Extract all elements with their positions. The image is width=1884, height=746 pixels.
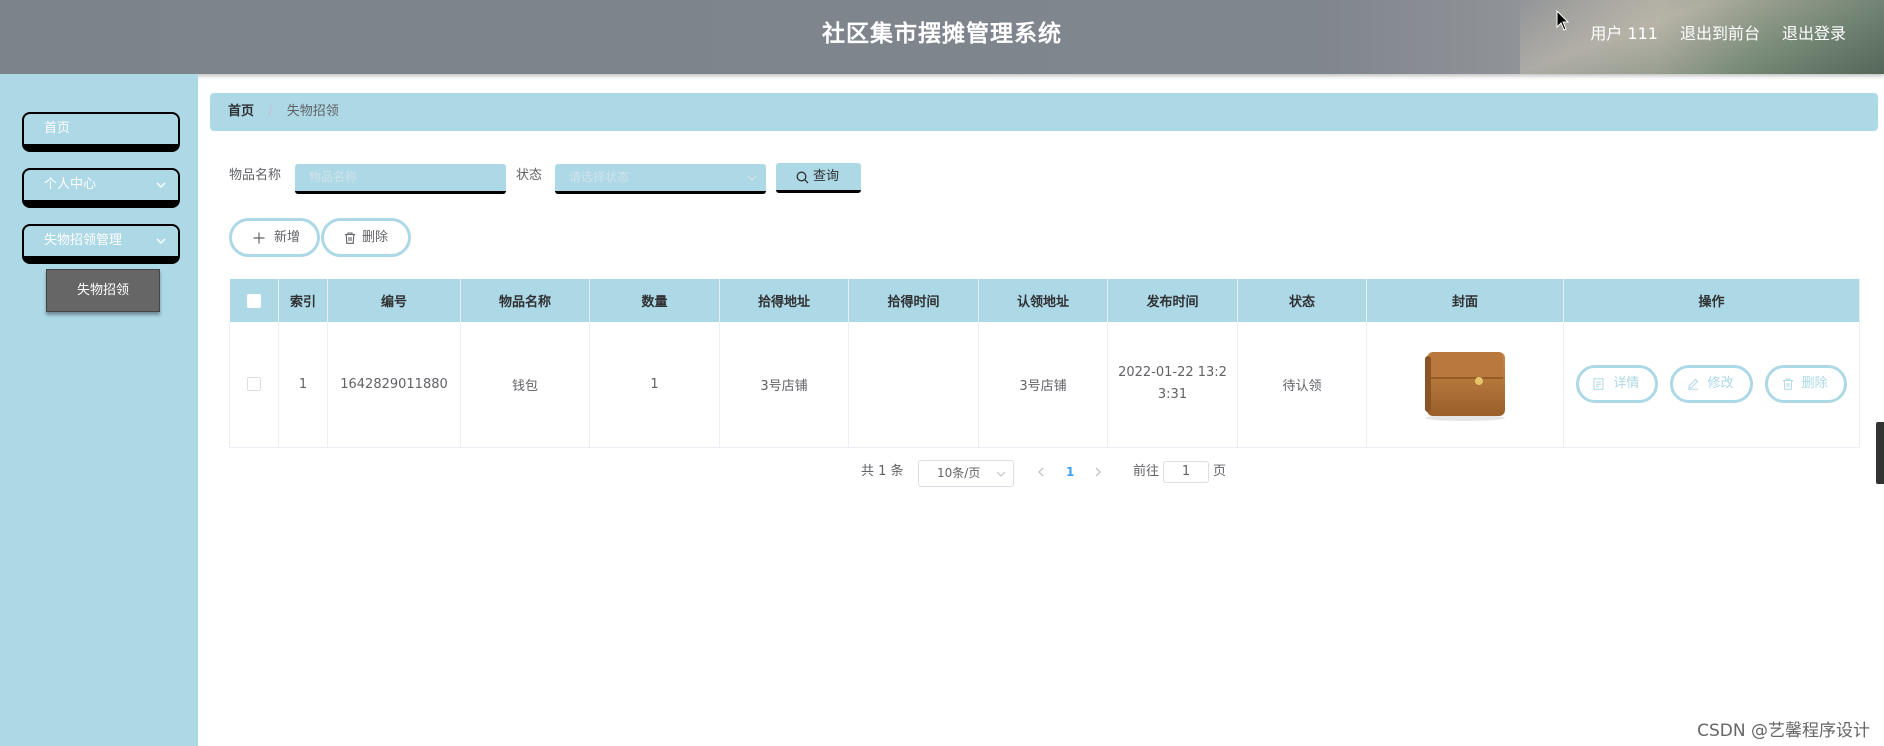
logout-link[interactable]: 退出登录 [1782, 20, 1846, 48]
column-header: 操作 [1563, 279, 1860, 322]
table-header-row: 索引 编号 物品名称 数量 拾得地址 拾得时间 认领地址 发布时间 状态 封面 … [229, 279, 1860, 322]
column-header: 物品名称 [460, 279, 590, 322]
cell-status: 待认领 [1237, 322, 1367, 448]
chevron-down-icon [156, 182, 166, 188]
sidebar-subitem-lost-found[interactable]: 失物招领 [46, 269, 160, 312]
cell-quantity: 1 [589, 322, 720, 448]
wallet-cover-image [1425, 352, 1505, 422]
status-label: 状态 [516, 168, 543, 183]
chevron-down-icon [747, 175, 757, 181]
detail-button[interactable]: 详情 [1576, 365, 1659, 404]
username: 用户 111 [1590, 24, 1658, 43]
publish-time-line: 2022-01-22 13:2 [1118, 365, 1227, 381]
breadcrumb-current: 失物招领 [286, 104, 339, 119]
goto-page-input[interactable]: 1 [1163, 461, 1209, 483]
chevron-down-icon [996, 471, 1006, 477]
batch-delete-button[interactable]: 删除 [321, 218, 411, 257]
column-header: 发布时间 [1107, 279, 1238, 322]
edit-button-label: 修改 [1707, 376, 1734, 392]
chevron-down-icon [156, 238, 166, 244]
trash-icon [345, 232, 355, 244]
back-to-front-link[interactable]: 退出到前台 [1680, 20, 1760, 48]
item-name-input[interactable]: 物品名称 [295, 164, 506, 194]
sidebar-item-label: 个人中心 [44, 177, 97, 192]
user-links: 用户 111 退出到前台 退出登录 [1590, 20, 1846, 48]
plus-icon [253, 232, 265, 244]
page-size-select[interactable]: 10条/页 [918, 460, 1014, 487]
select-all-checkbox[interactable] [246, 293, 261, 308]
add-button-label: 新增 [274, 230, 301, 245]
sidebar-item-label: 失物招领管理 [44, 233, 123, 248]
row-checkbox[interactable] [247, 377, 261, 392]
edit-button[interactable]: 修改 [1670, 365, 1753, 404]
row-delete-button[interactable]: 删除 [1764, 365, 1847, 404]
breadcrumb-home[interactable]: 首页 [228, 104, 254, 119]
column-header: 编号 [327, 279, 461, 322]
status-select[interactable]: 请选择状态 [555, 164, 766, 194]
add-button[interactable]: 新增 [229, 218, 320, 257]
column-header: 认领地址 [978, 279, 1108, 322]
column-header: 拾得时间 [848, 279, 979, 322]
cell-publish-time: 2022-01-22 13:2 3:31 [1107, 322, 1238, 448]
sidebar-item-lost-found-manage[interactable]: 失物招领管理 [22, 224, 180, 264]
sidebar-item-label: 首页 [44, 121, 71, 136]
cell-operations: 详情 修改 删除 [1563, 322, 1860, 448]
breadcrumb: 首页 / 失物招领 [210, 93, 1878, 131]
trash-icon [1782, 378, 1793, 391]
scrollbar-handle[interactable] [1876, 422, 1884, 484]
next-page-icon[interactable] [1093, 462, 1103, 482]
column-header: 拾得地址 [719, 279, 849, 322]
sidebar-item-personal-center[interactable]: 个人中心 [22, 168, 180, 208]
goto-label: 前往 [1133, 464, 1160, 479]
item-name-label: 物品名称 [229, 168, 282, 183]
query-button-label: 查询 [813, 169, 840, 184]
cell-found-address: 3号店铺 [719, 322, 849, 448]
column-header: 封面 [1366, 279, 1564, 322]
detail-button-label: 详情 [1613, 376, 1640, 392]
search-icon [796, 171, 809, 184]
row-select-cell [229, 322, 279, 448]
column-header: 索引 [278, 279, 328, 322]
table-row: 1 1642829011880 钱包 1 3号店铺 3号店铺 2022-01-2… [229, 322, 1860, 448]
column-header: 状态 [1237, 279, 1367, 322]
pagination-total: 共 1 条 [861, 464, 904, 479]
watermark: CSDN @艺馨程序设计 [1697, 721, 1870, 741]
sidebar: 首页 个人中心 失物招领管理 失物招领 [0, 74, 198, 746]
column-header: 数量 [589, 279, 720, 322]
cell-found-time [848, 322, 979, 448]
cell-number: 1642829011880 [327, 322, 461, 448]
row-delete-button-label: 删除 [1801, 376, 1828, 392]
lost-found-table: 索引 编号 物品名称 数量 拾得地址 拾得时间 认领地址 发布时间 状态 封面 … [229, 279, 1860, 448]
page-size-value: 10条/页 [937, 466, 981, 480]
sidebar-item-home[interactable]: 首页 [22, 112, 180, 152]
select-all-cell [229, 279, 279, 322]
cell-index: 1 [278, 322, 328, 448]
query-button[interactable]: 查询 [776, 163, 861, 193]
delete-button-label: 删除 [362, 230, 389, 245]
cell-claim-address: 3号店铺 [978, 322, 1108, 448]
mouse-cursor-icon [1556, 10, 1570, 31]
status-select-placeholder: 请选择状态 [569, 170, 630, 184]
top-header: 社区集市摆摊管理系统 用户 111 退出到前台 退出登录 [0, 0, 1884, 74]
page-number-current[interactable]: 1 [1066, 458, 1074, 486]
cell-item-name: 钱包 [460, 322, 590, 448]
breadcrumb-separator: / [268, 104, 273, 119]
page-unit-label: 页 [1213, 464, 1227, 479]
document-icon [1593, 378, 1604, 391]
edit-icon [1688, 379, 1699, 391]
prev-page-icon[interactable] [1036, 462, 1046, 482]
publish-time-line: 3:31 [1157, 387, 1188, 403]
cell-cover [1366, 322, 1564, 448]
